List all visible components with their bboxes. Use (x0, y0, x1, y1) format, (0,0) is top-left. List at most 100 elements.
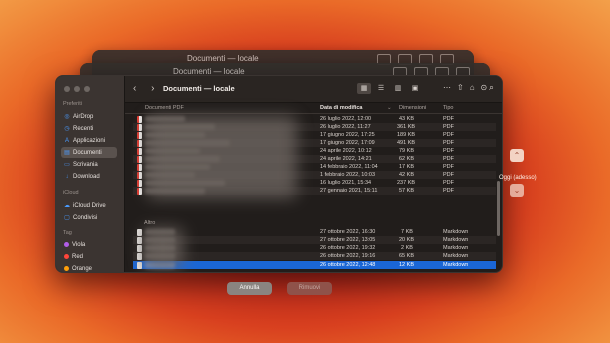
cell-date: 26 luglio 2022, 12:00 (320, 116, 372, 122)
list-view-button[interactable]: ☰ (374, 83, 388, 94)
cell-kind: Markdown (443, 237, 469, 243)
cell-size: 65 KB (399, 253, 414, 259)
markdown-file-icon (137, 237, 142, 244)
cell-date: 26 ottobre 2022, 19:32 (320, 245, 376, 251)
pdf-file-icon (137, 164, 142, 171)
table-row[interactable]: 27 ottobre 2022, 16:30 7 KB Markdown (133, 228, 496, 236)
sidebar-tag-orange[interactable]: Orange (61, 263, 117, 272)
sidebar-item-documenti[interactable]: ▤ Documenti (61, 147, 117, 158)
markdown-file-icon (137, 229, 142, 236)
cell-size: 62 KB (399, 156, 414, 162)
cell-date: 14 febbraio 2022, 11:04 (320, 164, 378, 170)
view-switcher: ▦ ☰ ▥ ▣ (357, 83, 422, 94)
sidebar-item-condivisi[interactable]: ▢ Condivisi (61, 212, 117, 223)
sidebar-item-label: Scrivania (73, 161, 98, 168)
restore-button[interactable]: Rimuovi (287, 282, 332, 295)
markdown-file-icon (137, 253, 142, 260)
cell-kind: PDF (443, 180, 454, 186)
sidebar-item-download[interactable]: ↓ Download (61, 171, 117, 182)
cell-kind: PDF (443, 148, 454, 154)
cell-size: 7 KB (401, 229, 413, 235)
table-row[interactable]: 27 ottobre 2022, 13:05 20 KB Markdown (133, 236, 496, 244)
action-menu-icon[interactable]: ⊙ (481, 83, 488, 92)
column-name[interactable]: Documenti PDF (145, 105, 184, 111)
search-icon[interactable]: ⌕ (489, 82, 494, 93)
cell-date: 27 ottobre 2022, 16:30 (320, 229, 376, 235)
cell-date: 27 ottobre 2022, 13:05 (320, 237, 376, 243)
table-row-selected[interactable]: 26 ottobre 2022, 12:48 12 KB Markdown (133, 261, 496, 269)
icon-view-button[interactable]: ▦ (357, 83, 371, 94)
next-backup-button[interactable]: ⌄ (510, 184, 524, 197)
group-header-altro: Altro (144, 220, 156, 226)
back-forward-buttons[interactable]: ‹ › (133, 83, 160, 94)
clock-icon: ◷ (64, 125, 70, 132)
previous-backup-button[interactable]: ⌃ (510, 149, 524, 162)
cell-size: 79 KB (399, 148, 414, 154)
file-browser: ‹ › Documenti — locale ▦ ☰ ▥ ▣ ⋯ ⇧ ⌂ ⊙ ⌕… (125, 76, 502, 272)
cloud-icon: ☁ (64, 202, 70, 209)
cell-size: 237 KB (397, 180, 416, 186)
tag-color-dot (64, 254, 69, 259)
cell-kind: PDF (443, 140, 454, 146)
cell-kind: PDF (443, 172, 454, 178)
column-size[interactable]: Dimensioni (399, 105, 426, 111)
cell-kind: Markdown (443, 262, 469, 268)
cell-date: 24 aprile 2022, 10:12 (320, 148, 372, 154)
toolbar: ‹ › Documenti — locale ▦ ☰ ▥ ▣ ⋯ ⇧ ⌂ ⊙ ⌕ (125, 76, 502, 103)
pdf-file-icon (137, 156, 142, 163)
tag-icon[interactable]: ⌂ (470, 83, 475, 92)
cell-size: 43 KB (399, 116, 414, 122)
sidebar-section-icloud: iCloud (63, 190, 79, 196)
gallery-view-button[interactable]: ▣ (408, 83, 422, 94)
pdf-file-icon (137, 132, 142, 139)
cell-size: 42 KB (399, 172, 414, 178)
column-view-button[interactable]: ▥ (391, 83, 405, 94)
column-date-modified[interactable]: Data di modifica (320, 105, 362, 111)
cell-size: 57 KB (399, 188, 414, 194)
cell-date: 26 ottobre 2022, 12:48 (320, 262, 376, 268)
pdf-file-icon (137, 116, 142, 123)
sidebar-item-label: Documenti (73, 149, 102, 156)
sidebar-item-label: Orange (72, 265, 93, 272)
markdown-file-icon (137, 245, 142, 252)
sidebar-item-label: AirDrop (73, 113, 94, 120)
sidebar-item-airdrop[interactable]: ◎ AirDrop (61, 111, 117, 122)
sidebar-item-icloud-drive[interactable]: ☁ iCloud Drive (61, 200, 117, 211)
table-row[interactable]: 26 ottobre 2022, 19:16 65 KB Markdown (133, 252, 496, 260)
scrollbar[interactable] (497, 181, 500, 236)
sidebar-section-tags: Tag (63, 230, 72, 236)
cell-size: 20 KB (399, 237, 414, 243)
cell-date: 17 giugno 2022, 17:09 (320, 140, 375, 146)
cell-size: 361 KB (397, 124, 416, 130)
sidebar-tag-red[interactable]: Red (61, 251, 117, 262)
cell-date: 16 luglio 2021, 15:34 (320, 180, 372, 186)
markdown-file-icon (137, 262, 142, 269)
pdf-file-icon (137, 124, 142, 131)
cell-date: 1 febbraio 2022, 10:03 (320, 172, 376, 178)
sidebar-tag-viola[interactable]: Viola (61, 239, 117, 250)
sort-chevron-icon[interactable]: ⌄ (387, 105, 392, 111)
sidebar-item-label: Viola (72, 241, 86, 248)
share-icon[interactable]: ⇧ (457, 83, 464, 92)
close-button[interactable] (64, 86, 70, 92)
pdf-file-icon (137, 148, 142, 155)
sidebar-item-label: iCloud Drive (73, 202, 106, 209)
cell-date: 26 luglio 2022, 11:27 (320, 124, 371, 130)
sidebar-section-favorites: Preferiti (63, 101, 82, 107)
sidebar-item-label: Condivisi (73, 214, 98, 221)
cell-kind: PDF (443, 116, 454, 122)
sidebar-item-scrivania[interactable]: ▭ Scrivania (61, 159, 117, 170)
sidebar-item-recenti[interactable]: ◷ Recenti (61, 123, 117, 134)
sidebar: Preferiti ◎ AirDrop ◷ Recenti A Applicaz… (56, 76, 125, 272)
pdf-file-icon (137, 172, 142, 179)
cell-kind: PDF (443, 164, 454, 170)
table-row[interactable]: 26 ottobre 2022, 19:32 2 KB Markdown (133, 244, 496, 252)
column-kind[interactable]: Tipo (443, 105, 454, 111)
sidebar-item-label: Recenti (73, 125, 94, 132)
sidebar-item-applicazioni[interactable]: A Applicazioni (61, 135, 117, 146)
zoom-button[interactable] (84, 86, 90, 92)
cell-kind: PDF (443, 124, 454, 130)
group-icon[interactable]: ⋯ (443, 83, 451, 92)
minimize-button[interactable] (74, 86, 80, 92)
cancel-button[interactable]: Annulla (227, 282, 272, 295)
